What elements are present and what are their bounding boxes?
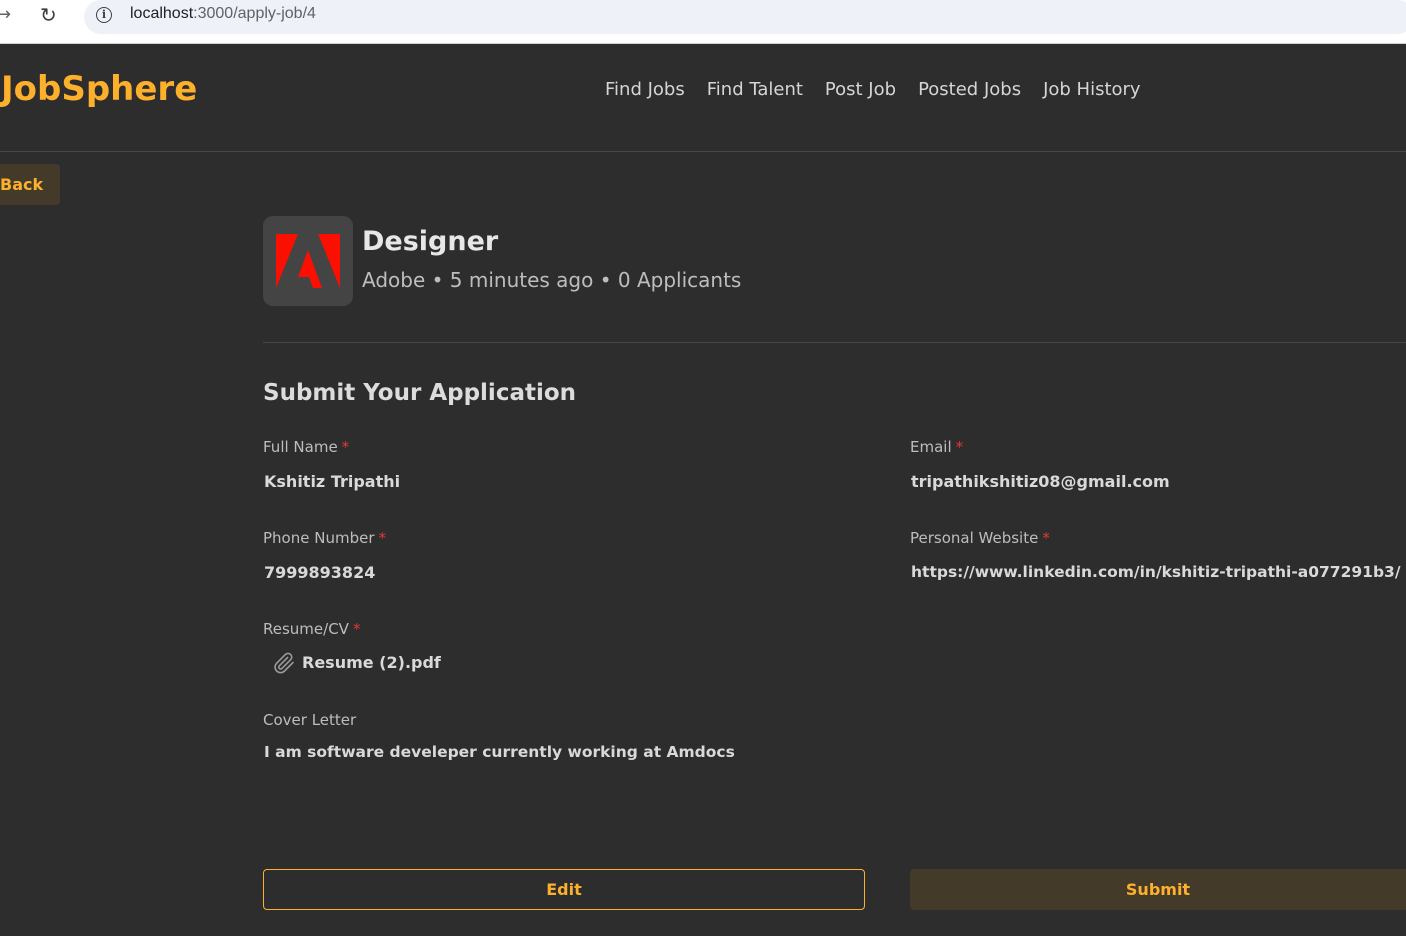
cover-letter-label: Cover Letter (263, 711, 357, 729)
job-title: Designer (362, 226, 499, 257)
address-bar[interactable]: i localhost:3000/apply-job/4 (84, 0, 1406, 34)
nav-post-job[interactable]: Post Job (825, 79, 896, 100)
required-mark: * (341, 438, 350, 456)
url-text[interactable]: localhost:3000/apply-job/4 (130, 5, 316, 23)
full-name-label: Full Name * (263, 438, 350, 456)
phone-label: Phone Number * (263, 529, 386, 547)
nav-find-talent[interactable]: Find Talent (707, 79, 803, 100)
forward-arrow-icon[interactable]: → (0, 4, 11, 25)
job-meta: Adobe • 5 minutes ago • 0 Applicants (362, 268, 742, 292)
browser-toolbar: → ↻ i localhost:3000/apply-job/4 (0, 0, 1406, 44)
website-label: Personal Website * (910, 529, 1050, 547)
nav-job-history[interactable]: Job History (1043, 79, 1141, 100)
full-name-value[interactable]: Kshitiz Tripathi (264, 472, 400, 491)
adobe-logo-icon (276, 234, 340, 288)
required-mark: * (352, 620, 361, 638)
email-value[interactable]: tripathikshitiz08@gmail.com (911, 472, 1170, 491)
site-header: JobSphere Find Jobs Find Talent Post Job… (0, 44, 1406, 152)
nav-find-jobs[interactable]: Find Jobs (605, 79, 685, 100)
reload-icon[interactable]: ↻ (40, 3, 57, 27)
phone-value[interactable]: 7999893824 (264, 563, 375, 582)
required-mark: * (1042, 529, 1050, 547)
submit-button[interactable]: Submit (910, 869, 1406, 910)
site-info-icon[interactable]: i (96, 7, 112, 23)
back-button[interactable]: Back (0, 164, 60, 205)
resume-file-name[interactable]: Resume (2).pdf (302, 653, 441, 672)
company-logo (263, 216, 353, 306)
nav-posted-jobs[interactable]: Posted Jobs (918, 79, 1021, 100)
required-mark: * (955, 438, 964, 456)
paperclip-icon (274, 652, 294, 674)
cover-letter-value[interactable]: I am software develeper currently workin… (264, 743, 735, 761)
email-label: Email * (910, 438, 964, 456)
required-mark: * (378, 529, 387, 547)
site-logo[interactable]: JobSphere (1, 69, 197, 109)
website-value[interactable]: https://www.linkedin.com/in/kshitiz-trip… (911, 563, 1400, 581)
main-nav: Find Jobs Find Talent Post Job Posted Jo… (605, 79, 1163, 100)
form-title: Submit Your Application (263, 380, 577, 406)
resume-label: Resume/CV * (263, 620, 361, 638)
edit-button[interactable]: Edit (263, 869, 865, 910)
divider (263, 342, 1406, 343)
